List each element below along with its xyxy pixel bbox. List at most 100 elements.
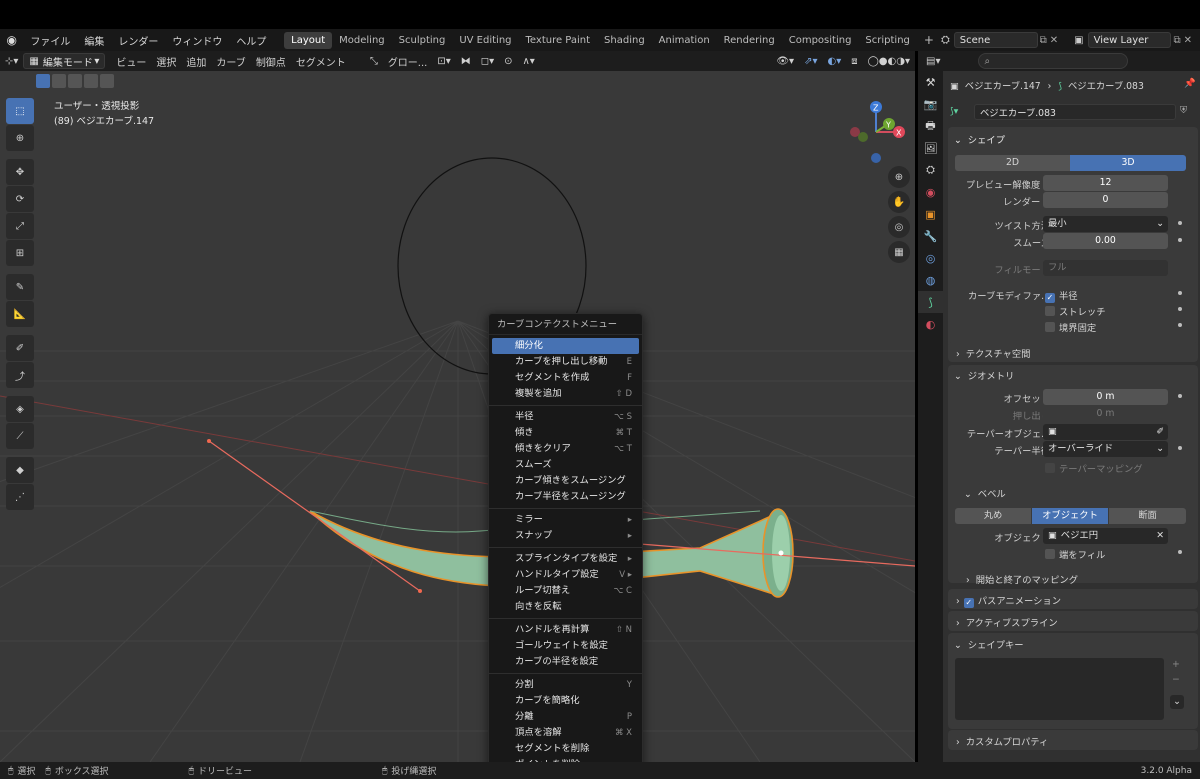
- tilt-tool-icon[interactable]: ⟋: [6, 423, 34, 449]
- close-icon[interactable]: ✕: [1156, 528, 1164, 544]
- curve-datablock-icon[interactable]: ⟆▾: [950, 106, 958, 117]
- snap-icon[interactable]: ⧓: [456, 56, 476, 67]
- tab-shading[interactable]: Shading: [597, 32, 652, 49]
- dim-3d-button[interactable]: 3D: [1070, 155, 1186, 171]
- scene-icon[interactable]: ⛭: [941, 33, 950, 47]
- fill-mode-select[interactable]: フル: [1043, 260, 1168, 276]
- context-menu-item[interactable]: カーブを簡略化: [489, 693, 642, 709]
- add-shape-key-icon[interactable]: +: [1172, 659, 1180, 670]
- smooth-field[interactable]: 0.00: [1043, 233, 1168, 249]
- particles-tab-icon[interactable]: ◎: [918, 247, 943, 269]
- select-box-tool-icon[interactable]: ⬚: [6, 98, 34, 124]
- path-animation-panel[interactable]: › ✓ パスアニメーション: [948, 589, 1198, 609]
- blender-logo-icon[interactable]: ◉: [0, 33, 23, 47]
- material-tab-icon[interactable]: ◐: [918, 313, 943, 335]
- context-menu-item[interactable]: カーブを押し出し移動 E: [489, 354, 642, 370]
- shape-keys-list[interactable]: [955, 658, 1164, 720]
- eyedropper-icon[interactable]: ✐: [1156, 424, 1164, 440]
- new-scene-icon[interactable]: ⧉: [1040, 35, 1047, 46]
- select-intersect-icon[interactable]: [100, 74, 114, 88]
- scene-field[interactable]: Scene: [953, 32, 1038, 48]
- context-menu-item[interactable]: 頂点を溶解 ⌘ X: [489, 725, 642, 741]
- keyframe-dot-icon[interactable]: [1178, 238, 1182, 242]
- transform-tool-icon[interactable]: ⊞: [6, 240, 34, 266]
- bevel-object-button[interactable]: オブジェクト: [1032, 508, 1108, 524]
- shape-keys-header[interactable]: ⌄ シェイプキー: [954, 637, 1024, 651]
- dim-2d-button[interactable]: 2D: [955, 155, 1070, 171]
- menu-file[interactable]: ファイル: [23, 33, 77, 48]
- close-scene-icon[interactable]: ✕: [1050, 35, 1058, 46]
- context-menu-item[interactable]: ループ切替え ⌥ C: [489, 583, 642, 599]
- context-menu-item[interactable]: スナップ ▸: [489, 528, 642, 544]
- editor-type-icon[interactable]: ▤▾: [926, 56, 940, 67]
- annotate-tool-icon[interactable]: ✎: [6, 274, 34, 300]
- context-menu-item[interactable]: カーブの半径を設定: [489, 654, 642, 670]
- cursor-tool-icon[interactable]: ⊕: [6, 125, 34, 151]
- extrude-field[interactable]: 0 m: [1043, 406, 1168, 422]
- context-menu-item[interactable]: カーブ半径をスムージング: [489, 489, 642, 505]
- add-workspace-button[interactable]: +: [917, 30, 941, 50]
- gizmo-toggle-icon[interactable]: ⇗▾: [799, 56, 822, 67]
- shape-key-menu-icon[interactable]: ⌄: [1170, 695, 1184, 709]
- taper-object-field[interactable]: ▣ ✐: [1043, 424, 1168, 440]
- menu-help[interactable]: ヘルプ: [229, 33, 273, 48]
- preview-u-field[interactable]: 12: [1043, 175, 1168, 191]
- rotate-tool-icon[interactable]: ⟳: [6, 186, 34, 212]
- context-menu-item[interactable]: カーブ傾きをスムージング: [489, 473, 642, 489]
- tab-animation[interactable]: Animation: [652, 32, 717, 49]
- tool-tab-icon[interactable]: ⚒: [918, 71, 943, 93]
- keyframe-dot-icon[interactable]: [1178, 221, 1182, 225]
- shading-modes-icon[interactable]: ◯●◐◑▾: [863, 56, 915, 67]
- checkmark-icon[interactable]: ✓: [963, 598, 974, 608]
- falloff-icon[interactable]: ∧▾: [517, 56, 539, 67]
- geometry-panel-header[interactable]: ⌄ ジオメトリ: [954, 368, 1014, 382]
- view-layer-tab-icon[interactable]: 🖼: [918, 137, 943, 159]
- tab-compositing[interactable]: Compositing: [782, 32, 859, 49]
- context-menu-item[interactable]: ハンドルタイプ設定 V ▸: [489, 567, 642, 583]
- overlays-icon[interactable]: ◐▾: [822, 56, 846, 67]
- tab-rendering[interactable]: Rendering: [717, 32, 782, 49]
- texture-space-panel[interactable]: › テクスチャ空間: [948, 342, 1198, 362]
- menu-window[interactable]: ウィンドウ: [165, 33, 229, 48]
- context-menu-item[interactable]: 複製を追加 ⇧ D: [489, 386, 642, 402]
- radius-checkbox[interactable]: ✓ 半径: [1045, 288, 1078, 303]
- tab-sculpting[interactable]: Sculpting: [392, 32, 453, 49]
- camera-icon[interactable]: ◎: [888, 216, 910, 238]
- menu-segments[interactable]: セグメント: [291, 54, 351, 69]
- transform-orientation-icon[interactable]: ⤡: [365, 56, 383, 67]
- perspective-grid-icon[interactable]: ▦: [888, 241, 910, 263]
- tab-scripting[interactable]: Scripting: [858, 32, 916, 49]
- radius-tool-icon[interactable]: ◈: [6, 396, 34, 422]
- zoom-icon[interactable]: ⊕: [888, 166, 910, 188]
- extrude-tool-icon[interactable]: ⤴: [6, 362, 34, 388]
- datablock-name-field[interactable]: ベジエカーブ.083: [974, 104, 1176, 120]
- world-tab-icon[interactable]: ◉: [918, 181, 943, 203]
- context-menu-item[interactable]: スプラインタイプを設定 ▸: [489, 551, 642, 567]
- context-menu-item[interactable]: スムーズ: [489, 457, 642, 473]
- bevel-subpanel-header[interactable]: ⌄ ベベル: [964, 486, 1006, 500]
- scale-tool-icon[interactable]: ⤢: [6, 213, 34, 239]
- twist-method-select[interactable]: 最小 ⌄: [1043, 216, 1168, 232]
- context-menu-item[interactable]: 傾きをクリア ⌥ T: [489, 441, 642, 457]
- bevel-profile-button[interactable]: 断面: [1109, 508, 1186, 524]
- visibility-icon[interactable]: 👁▾: [771, 56, 799, 67]
- taper-mapping-checkbox[interactable]: テーパーマッピング: [1045, 461, 1143, 475]
- view-layer-field[interactable]: View Layer: [1087, 32, 1172, 48]
- context-menu-item[interactable]: 向きを反転: [489, 599, 642, 615]
- scene-tab-icon[interactable]: ⛭: [918, 159, 943, 181]
- menu-view[interactable]: ビュー: [111, 54, 151, 69]
- xray-icon[interactable]: ⧈: [846, 56, 862, 67]
- keyframe-dot-icon[interactable]: [1178, 550, 1182, 554]
- custom-properties-panel[interactable]: › カスタムプロパティ: [948, 730, 1198, 750]
- context-menu-item[interactable]: セグメントを作成 F: [489, 370, 642, 386]
- bounds-clamp-checkbox[interactable]: 境界固定: [1045, 320, 1096, 334]
- keyframe-dot-icon[interactable]: [1178, 307, 1182, 311]
- offset-field[interactable]: 0 m: [1043, 389, 1168, 405]
- keyframe-dot-icon[interactable]: [1178, 394, 1182, 398]
- pan-hand-icon[interactable]: ✋: [888, 191, 910, 213]
- menu-curve[interactable]: カーブ: [211, 54, 250, 69]
- context-menu-item[interactable]: 半径 ⌥ S: [489, 409, 642, 425]
- mode-select[interactable]: ▦ 編集モード ▾: [23, 53, 106, 69]
- bevel-round-button[interactable]: 丸め: [955, 508, 1031, 524]
- fill-caps-checkbox[interactable]: 端をフィル: [1045, 547, 1105, 561]
